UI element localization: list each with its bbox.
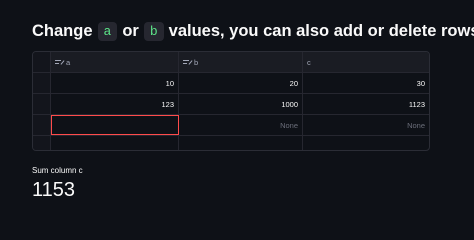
table-row: 123 1000 1123: [33, 94, 429, 115]
column-header-label: b: [194, 57, 199, 67]
table-row: 10 20 30: [33, 73, 429, 94]
table-row: None None: [33, 115, 429, 136]
table-cell[interactable]: 123: [51, 94, 179, 114]
table-cell[interactable]: [303, 136, 429, 150]
column-header-label: c: [307, 57, 311, 67]
table-cell[interactable]: 1123: [303, 94, 429, 114]
metric-label: Sum column c: [32, 166, 83, 175]
row-index-cell[interactable]: [33, 73, 51, 93]
column-header-label: a: [66, 57, 71, 67]
title-text-1: Change: [32, 22, 93, 40]
row-index-header[interactable]: [33, 52, 51, 72]
table-cell[interactable]: [51, 136, 179, 150]
selected-table-cell[interactable]: [51, 115, 179, 135]
column-header-b[interactable]: b: [179, 52, 303, 72]
table-cell[interactable]: 1000: [179, 94, 303, 114]
editable-column-icon: [183, 59, 193, 65]
metric-value: 1153: [32, 179, 76, 201]
row-index-cell[interactable]: [33, 115, 51, 135]
table-cell[interactable]: [179, 136, 303, 150]
table-cell[interactable]: 30: [303, 73, 429, 93]
row-index-cell[interactable]: [33, 136, 51, 150]
table-cell[interactable]: None: [179, 115, 303, 135]
table-cell[interactable]: None: [303, 115, 429, 135]
editable-column-icon: [55, 59, 65, 65]
title-text-3: values, you can also add or delete rows: [168, 22, 474, 40]
title-text-2: or: [122, 22, 139, 40]
row-index-cell[interactable]: [33, 94, 51, 114]
inline-code-b: b: [143, 22, 164, 41]
page-title: Change a or b values, you can also add o…: [32, 22, 474, 41]
table-cell[interactable]: 10: [51, 73, 179, 93]
add-row[interactable]: [33, 136, 429, 150]
column-header-c[interactable]: c: [303, 52, 429, 72]
inline-code-a: a: [97, 22, 118, 41]
column-header-a[interactable]: a: [51, 52, 179, 72]
table-cell[interactable]: 20: [179, 73, 303, 93]
data-editor-table[interactable]: a b c 10 20 30 123 1000 1123 None None: [32, 51, 430, 151]
table-header-row: a b c: [33, 52, 429, 73]
